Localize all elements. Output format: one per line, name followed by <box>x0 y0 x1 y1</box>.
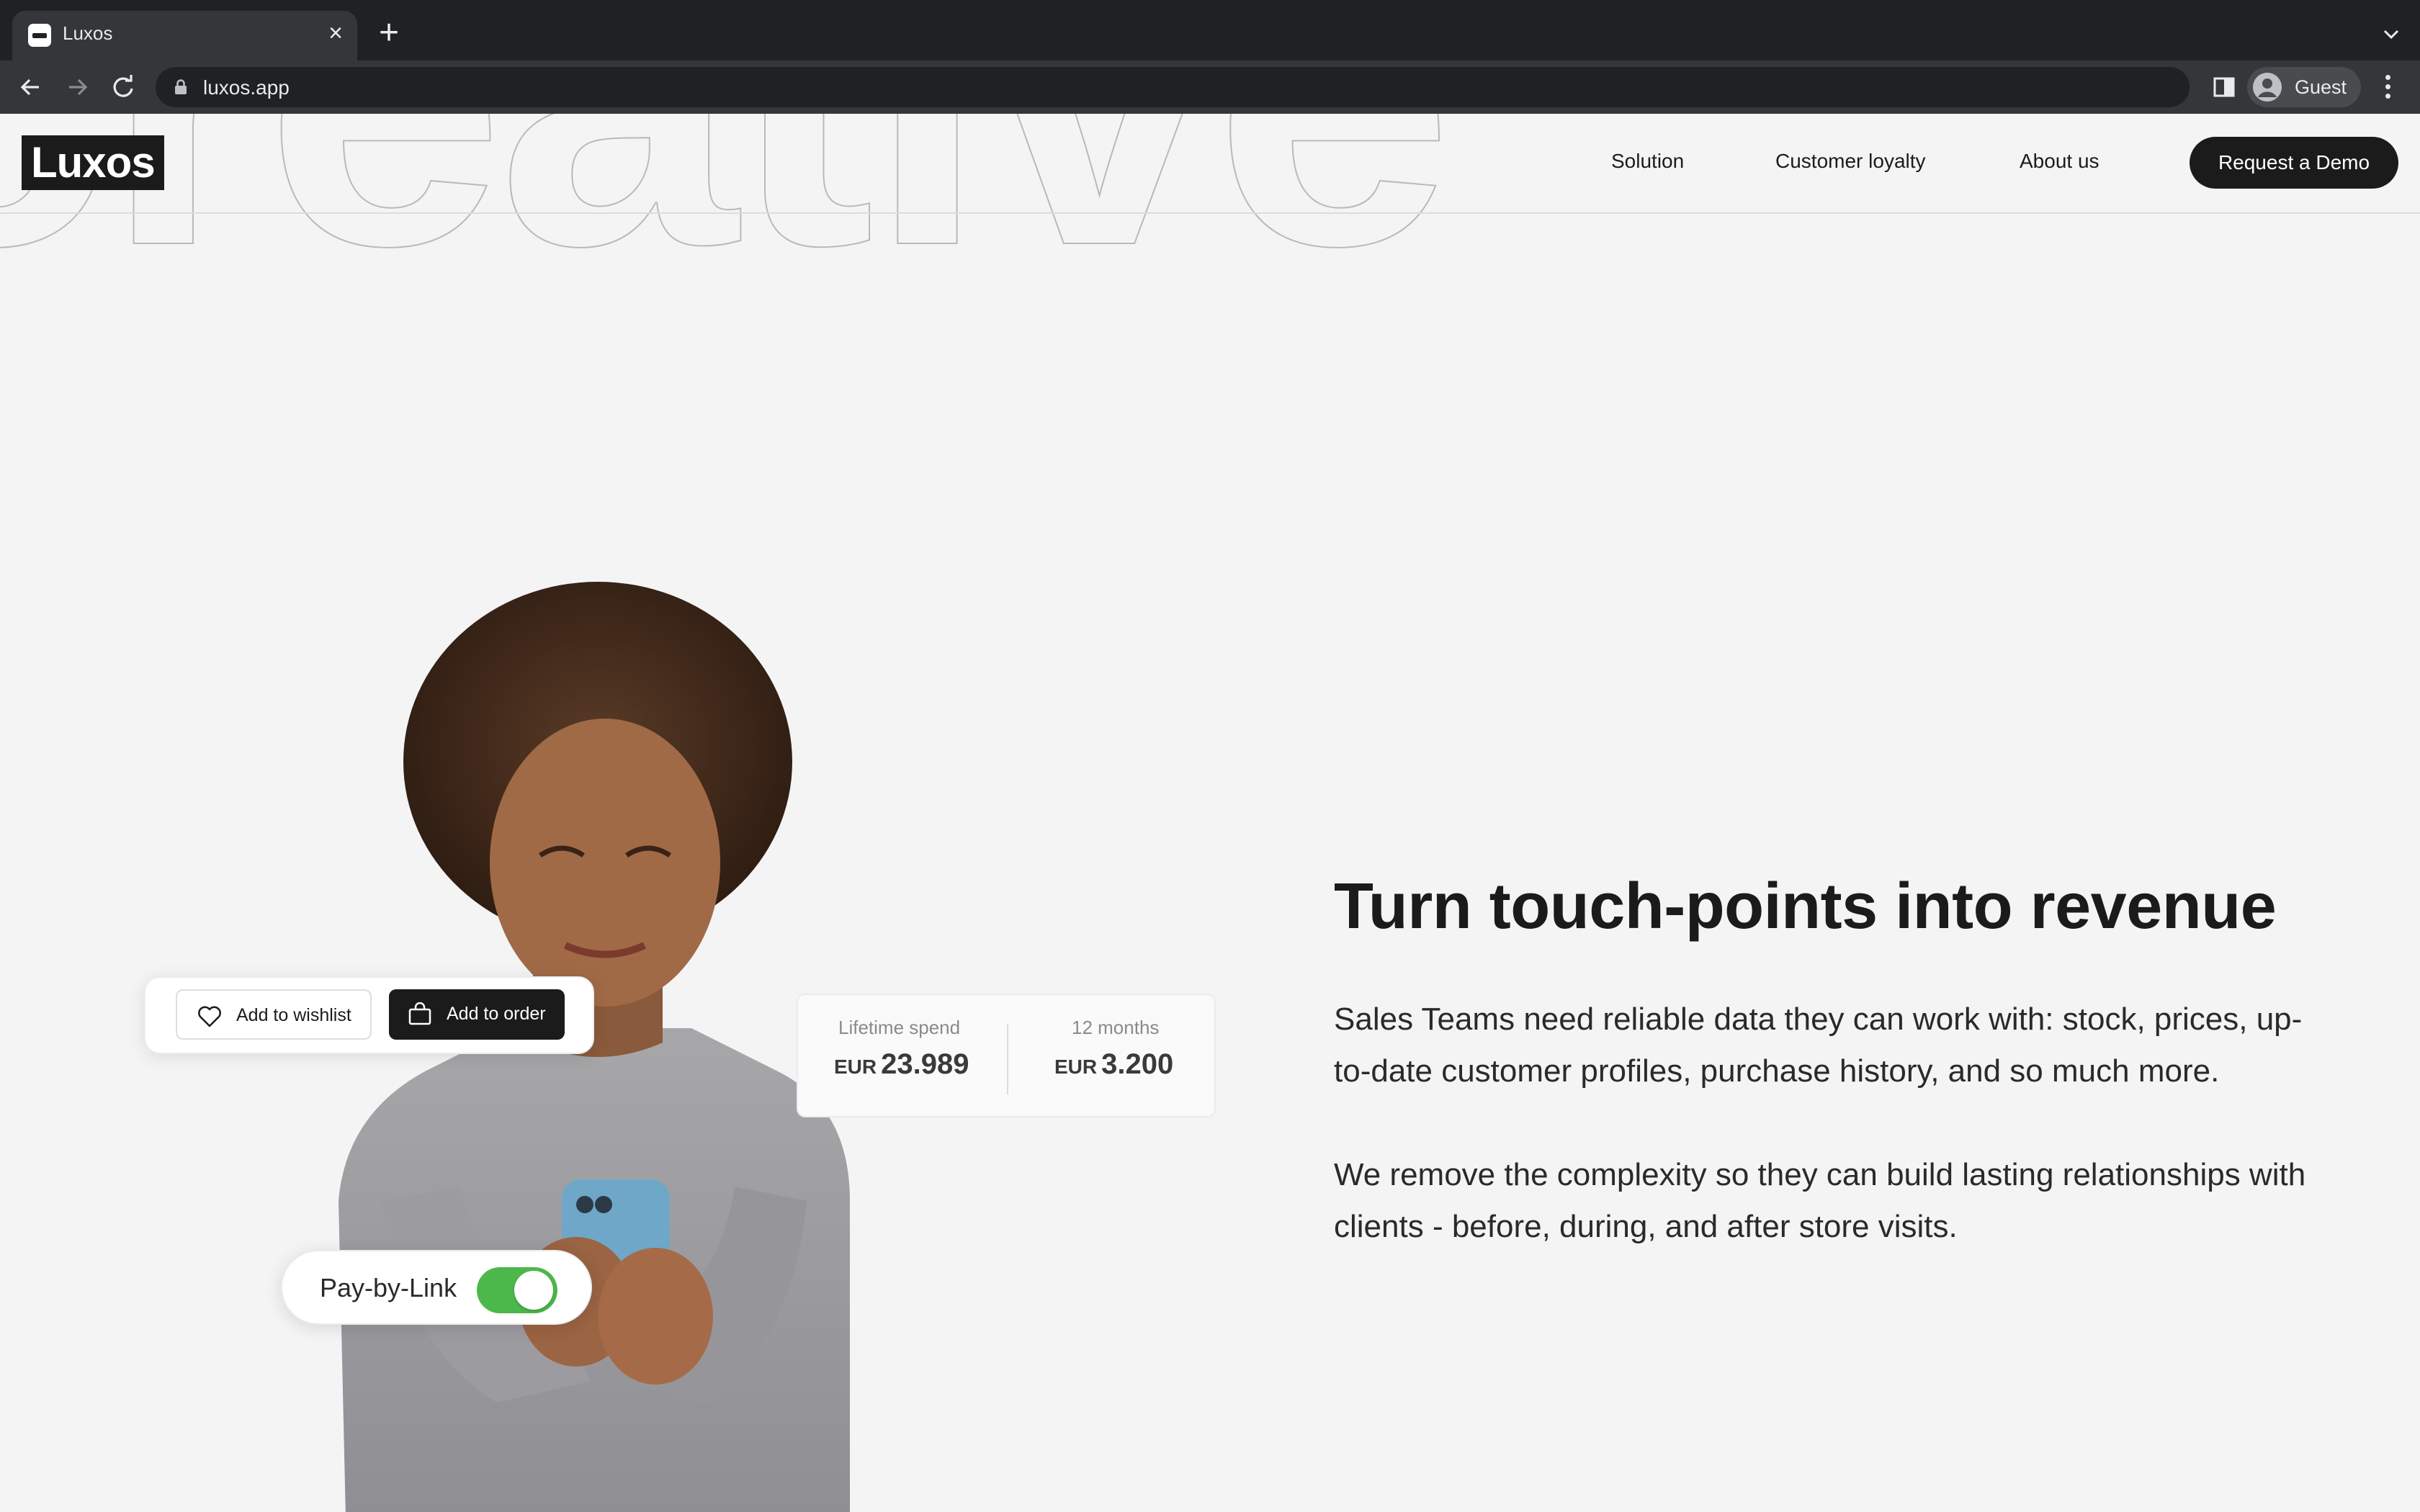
twelve-months-value: EUR 3.200 <box>1054 1048 1173 1081</box>
close-tab-icon[interactable]: × <box>322 19 349 47</box>
wishlist-label: Add to wishlist <box>236 1005 351 1025</box>
heart-icon <box>197 1005 222 1028</box>
lifetime-spend-value: EUR 23.989 <box>834 1048 969 1081</box>
site-logo[interactable]: Luxos <box>22 135 164 190</box>
header-divider <box>0 212 2420 214</box>
shopping-bag-icon <box>408 1002 432 1025</box>
product-actions-card: Add to wishlist Add to order <box>144 976 594 1054</box>
pay-by-link-label: Pay-by-Link <box>320 1273 457 1302</box>
profile-button[interactable]: Guest <box>2247 67 2361 107</box>
hero-paragraph-2: We remove the complexity so they can bui… <box>1334 1157 2306 1244</box>
pay-by-link-toggle[interactable] <box>477 1267 557 1313</box>
new-tab-icon[interactable]: + <box>375 16 403 50</box>
browser-tab[interactable]: Luxos × <box>12 11 357 60</box>
favicon-icon <box>28 24 51 47</box>
months-amount: 3.200 <box>1101 1048 1174 1080</box>
lifetime-currency: EUR <box>834 1056 877 1078</box>
chevron-down-icon[interactable] <box>2378 22 2404 48</box>
nav-link-about-us[interactable]: About us <box>2020 150 2099 173</box>
pay-by-link-card: Pay-by-Link <box>281 1250 592 1325</box>
forward-arrow-icon[interactable] <box>60 71 94 104</box>
customer-stats-card: Lifetime spend EUR 23.989 12 months EUR 3.… <box>797 994 1216 1117</box>
tab-title: Luxos <box>63 22 113 44</box>
twelve-months-label: 12 months <box>1072 1017 1160 1038</box>
nav-link-solution[interactable]: Solution <box>1611 150 1684 173</box>
browser-tab-bar: Luxos × + <box>0 0 2420 60</box>
back-arrow-icon[interactable] <box>14 71 48 104</box>
hero-paragraph-1: Sales Teams need reliable data they can … <box>1334 1002 2303 1089</box>
lifetime-spend-label: Lifetime spend <box>838 1017 961 1038</box>
request-demo-button[interactable]: Request a Demo <box>2190 137 2398 189</box>
toggle-knob <box>514 1271 553 1310</box>
side-panel-icon[interactable] <box>2210 73 2238 102</box>
address-bar[interactable]: luxos.app <box>156 67 2190 107</box>
nav-link-customer-loyalty[interactable]: Customer loyalty <box>1775 150 1926 173</box>
add-to-order-button[interactable]: Add to order <box>389 989 565 1040</box>
lock-icon[interactable] <box>174 79 187 95</box>
url-text: luxos.app <box>203 76 290 99</box>
page-content: creative Luxos Solution Customer loyalty… <box>0 114 2420 1512</box>
stats-divider <box>1007 1024 1008 1094</box>
order-label: Add to order <box>447 1004 546 1024</box>
background-outline-word: creative <box>0 114 1454 258</box>
svg-text:creative: creative <box>0 114 1446 258</box>
lifetime-amount: 23.989 <box>881 1048 969 1080</box>
browser-toolbar: luxos.app Guest <box>0 60 2420 114</box>
more-menu-icon[interactable] <box>2377 72 2398 102</box>
profile-name: Guest <box>2295 76 2347 98</box>
avatar-icon <box>2253 73 2282 102</box>
add-to-wishlist-button[interactable]: Add to wishlist <box>176 989 372 1040</box>
months-currency: EUR <box>1054 1056 1098 1078</box>
hero-title: Turn touch-points into revenue <box>1334 870 2277 942</box>
reload-icon[interactable] <box>107 71 140 104</box>
